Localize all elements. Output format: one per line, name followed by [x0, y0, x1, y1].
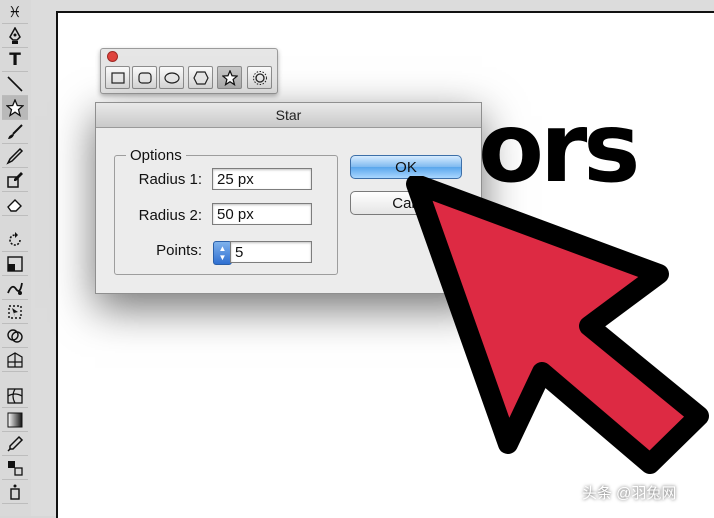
stepper-down-icon[interactable]: ▼	[219, 253, 227, 262]
star-icon	[221, 69, 238, 86]
warp-icon[interactable]	[2, 276, 28, 300]
rectangle-icon	[110, 71, 125, 84]
lasso-icon[interactable]: ♓	[2, 0, 28, 24]
rounded-rectangle-tool-button[interactable]	[132, 66, 157, 89]
blend-icon[interactable]	[2, 456, 28, 480]
polygon-tool-button[interactable]	[188, 66, 213, 89]
mesh-icon[interactable]	[2, 384, 28, 408]
points-input[interactable]: 5	[230, 241, 312, 263]
ellipse-icon	[163, 71, 180, 84]
polygon-icon	[192, 70, 209, 85]
flare-tool-button[interactable]	[247, 66, 272, 89]
pointer-arrow-icon	[406, 176, 709, 474]
options-group-title: Options	[126, 147, 186, 164]
radius1-label: Radius 1:	[138, 171, 202, 188]
star-icon[interactable]	[2, 96, 28, 120]
pen-icon[interactable]	[2, 24, 28, 48]
symbol-sprayer-icon[interactable]	[2, 480, 28, 504]
rounded-rectangle-icon	[137, 71, 152, 84]
ellipse-tool-button[interactable]	[159, 66, 184, 89]
line-icon[interactable]	[2, 72, 28, 96]
blob-brush-icon[interactable]	[2, 168, 28, 192]
radius1-input[interactable]: 25 px	[212, 168, 312, 190]
free-transform-icon[interactable]	[2, 300, 28, 324]
shape-tools-palette	[100, 48, 278, 94]
paintbrush-icon[interactable]	[2, 120, 28, 144]
scale-icon[interactable]	[2, 252, 28, 276]
stepper-up-icon[interactable]: ▲	[219, 244, 227, 253]
gradient-icon[interactable]	[2, 408, 28, 432]
dialog-title: Star	[96, 103, 481, 128]
eraser-icon[interactable]	[2, 192, 28, 216]
rectangle-tool-button[interactable]	[105, 66, 130, 89]
watermark: 头条 @羽兔网	[582, 485, 677, 502]
type-icon[interactable]: T	[2, 48, 28, 72]
shape-builder-icon[interactable]	[2, 324, 28, 348]
star-tool-button[interactable]	[217, 66, 242, 89]
palette-close-button[interactable]	[107, 51, 118, 62]
points-label: Points:	[156, 242, 202, 259]
tools-panel: ♓ T	[0, 0, 32, 516]
flare-icon	[252, 70, 267, 85]
perspective-grid-icon[interactable]	[2, 348, 28, 372]
radius2-label: Radius 2:	[138, 207, 202, 224]
eyedropper-icon[interactable]	[2, 432, 28, 456]
rotate-icon[interactable]	[2, 228, 28, 252]
radius2-input[interactable]: 50 px	[212, 203, 312, 225]
pencil-icon[interactable]	[2, 144, 28, 168]
